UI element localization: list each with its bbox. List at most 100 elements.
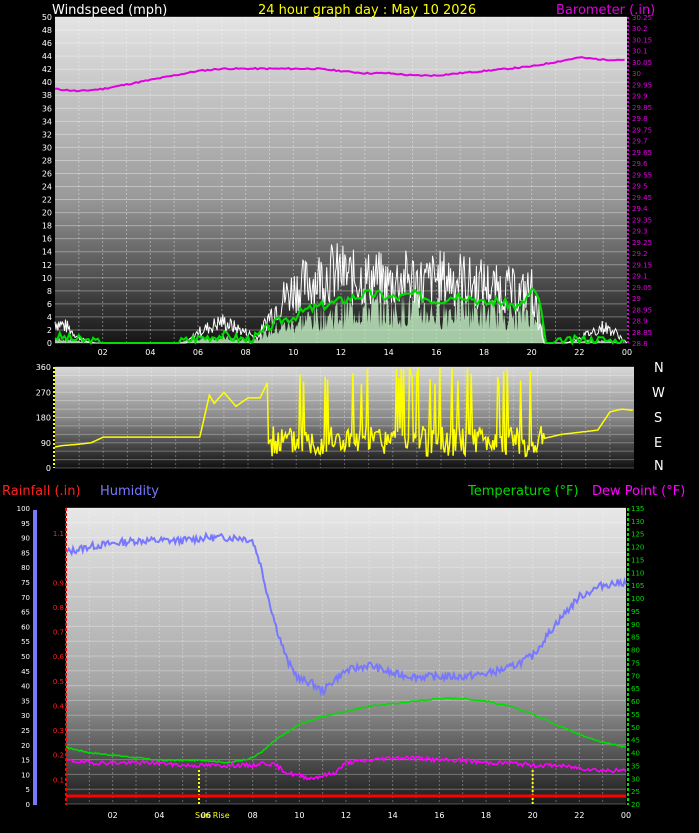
temperature-tick-label: 95 [631, 608, 640, 616]
humidity-tick-label: 60 [21, 623, 30, 631]
compass-labels: N W S E N [652, 361, 665, 474]
barometer-tick-label: 28.8 [632, 340, 648, 348]
rainfall-tick-label: 0.6 [53, 653, 65, 661]
hour-tick-label: 16 [434, 811, 444, 820]
wind-barometer-panel: 0246810121416182022242628303234363840424… [42, 13, 652, 357]
wind-tick-label: 8 [47, 287, 52, 296]
temperature-tick-label: 120 [631, 544, 644, 552]
humidity-tick-label: 50 [21, 653, 30, 661]
barometer-tick-label: 29.5 [632, 183, 648, 191]
barometer-tick-label: 29.05 [632, 284, 652, 292]
wind-tick-label: 18 [42, 222, 52, 231]
date-title: 24 hour graph day : May 10 2026 [258, 3, 476, 18]
barometer-tick-label: 30.1 [632, 48, 648, 56]
temperature-tick-label: 20 [631, 801, 640, 809]
barometer-tick-label: 29 [632, 295, 641, 303]
wind-tick-label: 50 [42, 13, 52, 22]
humidity-tick-label: 45 [21, 668, 30, 676]
barometer-tick-label: 29.75 [632, 126, 652, 134]
hour-tick-label: 18 [479, 348, 489, 357]
wind-tick-label: 38 [42, 91, 52, 100]
temp-humidity-panel: 0 5 10 15 20 25 30 35 40 45 50 55 60 65 70 75 80 85 90 95 10… [17, 505, 645, 820]
humidity-tick-label: 20 [21, 742, 30, 750]
rainfall-tick-label: 0.1 [53, 776, 64, 784]
barometer-tick-label: 30.2 [632, 25, 648, 33]
rainfall-tick-label: 0.7 [53, 629, 64, 637]
humidity-tick-label: 25 [21, 727, 30, 735]
wind-tick-label: 34 [42, 117, 52, 126]
rainfall-tick-label: 0.2 [53, 752, 64, 760]
barometer-tick-label: 28.95 [632, 306, 652, 314]
rainfall-tick-label: 0.5 [53, 678, 64, 686]
wind-tick-label: 16 [42, 235, 52, 244]
direction-tick-label: 90 [41, 439, 51, 448]
hour-tick-label: 08 [248, 811, 258, 820]
barometer-tick-label: 30 [632, 70, 641, 78]
wind-tick-label: 2 [47, 326, 52, 335]
wind-tick-label: 4 [47, 313, 52, 322]
wind-axis-title: Windspeed (mph) [52, 3, 167, 18]
barometer-tick-label: 29.25 [632, 239, 652, 247]
wind-tick-label: 48 [42, 26, 52, 35]
humidity-tick-label: 85 [21, 549, 30, 557]
humidity-tick-label: 10 [21, 771, 30, 779]
wind-direction-panel: 0 90 180 270 360 [36, 363, 634, 473]
temperature-tick-label: 50 [631, 724, 640, 732]
humidity-tick-label: 30 [21, 712, 30, 720]
temperature-tick-label: 80 [631, 647, 640, 655]
humidity-tick-label: 0 [26, 801, 30, 809]
sunrise-label: Sun Rise [195, 811, 230, 820]
wind-tick-label: 32 [42, 130, 52, 139]
temperature-tick-label: 85 [631, 634, 640, 642]
direction-tick-label: 180 [36, 414, 51, 423]
wind-tick-label: 24 [42, 183, 52, 192]
hour-tick-label: 10 [294, 811, 304, 820]
hour-tick-label: 20 [527, 348, 537, 357]
hour-tick-label: 02 [108, 811, 118, 820]
barometer-tick-label: 29.2 [632, 250, 648, 258]
temperature-axis-title: Temperature (°F) [467, 484, 579, 499]
temperature-tick-label: 90 [631, 621, 640, 629]
barometer-tick-label: 29.9 [632, 93, 648, 101]
rainfall-tick-label: 0.3 [53, 727, 64, 735]
temperature-tick-label: 105 [631, 582, 644, 590]
compass-west: W [652, 386, 665, 401]
barometer-tick-label: 29.95 [632, 81, 652, 89]
wind-tick-label: 30 [42, 143, 52, 152]
barometer-tick-label: 29.15 [632, 261, 652, 269]
temperature-tick-label: 35 [631, 762, 640, 770]
compass-north-bottom: N [654, 459, 664, 474]
barometer-tick-label: 29.7 [632, 138, 648, 146]
wind-tick-label: 22 [42, 196, 52, 205]
hour-tick-label: 06 [193, 348, 203, 357]
humidity-tick-label: 65 [21, 609, 30, 617]
rainfall-axis-title: Rainfall (.in) [2, 484, 81, 499]
hour-tick-label: 04 [154, 811, 164, 820]
barometer-tick-label: 29.35 [632, 216, 652, 224]
hour-tick-label: 02 [98, 348, 108, 357]
wind-tick-label: 12 [42, 261, 52, 270]
compass-south: S [654, 411, 662, 426]
temperature-tick-label: 60 [631, 698, 640, 706]
hour-tick-label: 10 [288, 348, 298, 357]
hour-tick-label: 14 [384, 348, 394, 357]
temperature-tick-label: 115 [631, 556, 644, 564]
compass-north-top: N [654, 361, 664, 376]
wind-tick-label: 20 [42, 209, 52, 218]
humidity-tick-label: 75 [21, 579, 30, 587]
temperature-tick-label: 130 [631, 518, 644, 526]
temperature-tick-label: 40 [631, 750, 640, 758]
humidity-tick-label: 100 [17, 505, 30, 513]
hour-tick-label: 22 [574, 348, 584, 357]
hour-tick-label: 00 [622, 348, 632, 357]
barometer-tick-label: 28.9 [632, 318, 648, 326]
humidity-axis-title: Humidity [100, 484, 159, 499]
barometer-tick-label: 30.25 [632, 14, 652, 22]
barometer-tick-label: 28.85 [632, 329, 652, 337]
humidity-tick-label: 95 [21, 520, 30, 528]
wind-tick-label: 10 [42, 274, 52, 283]
weather-graph-canvas: Windspeed (mph) 24 hour graph day : May … [2, 3, 685, 820]
temperature-tick-label: 100 [631, 595, 644, 603]
humidity-tick-label: 80 [21, 564, 30, 572]
barometer-tick-label: 29.85 [632, 104, 652, 112]
